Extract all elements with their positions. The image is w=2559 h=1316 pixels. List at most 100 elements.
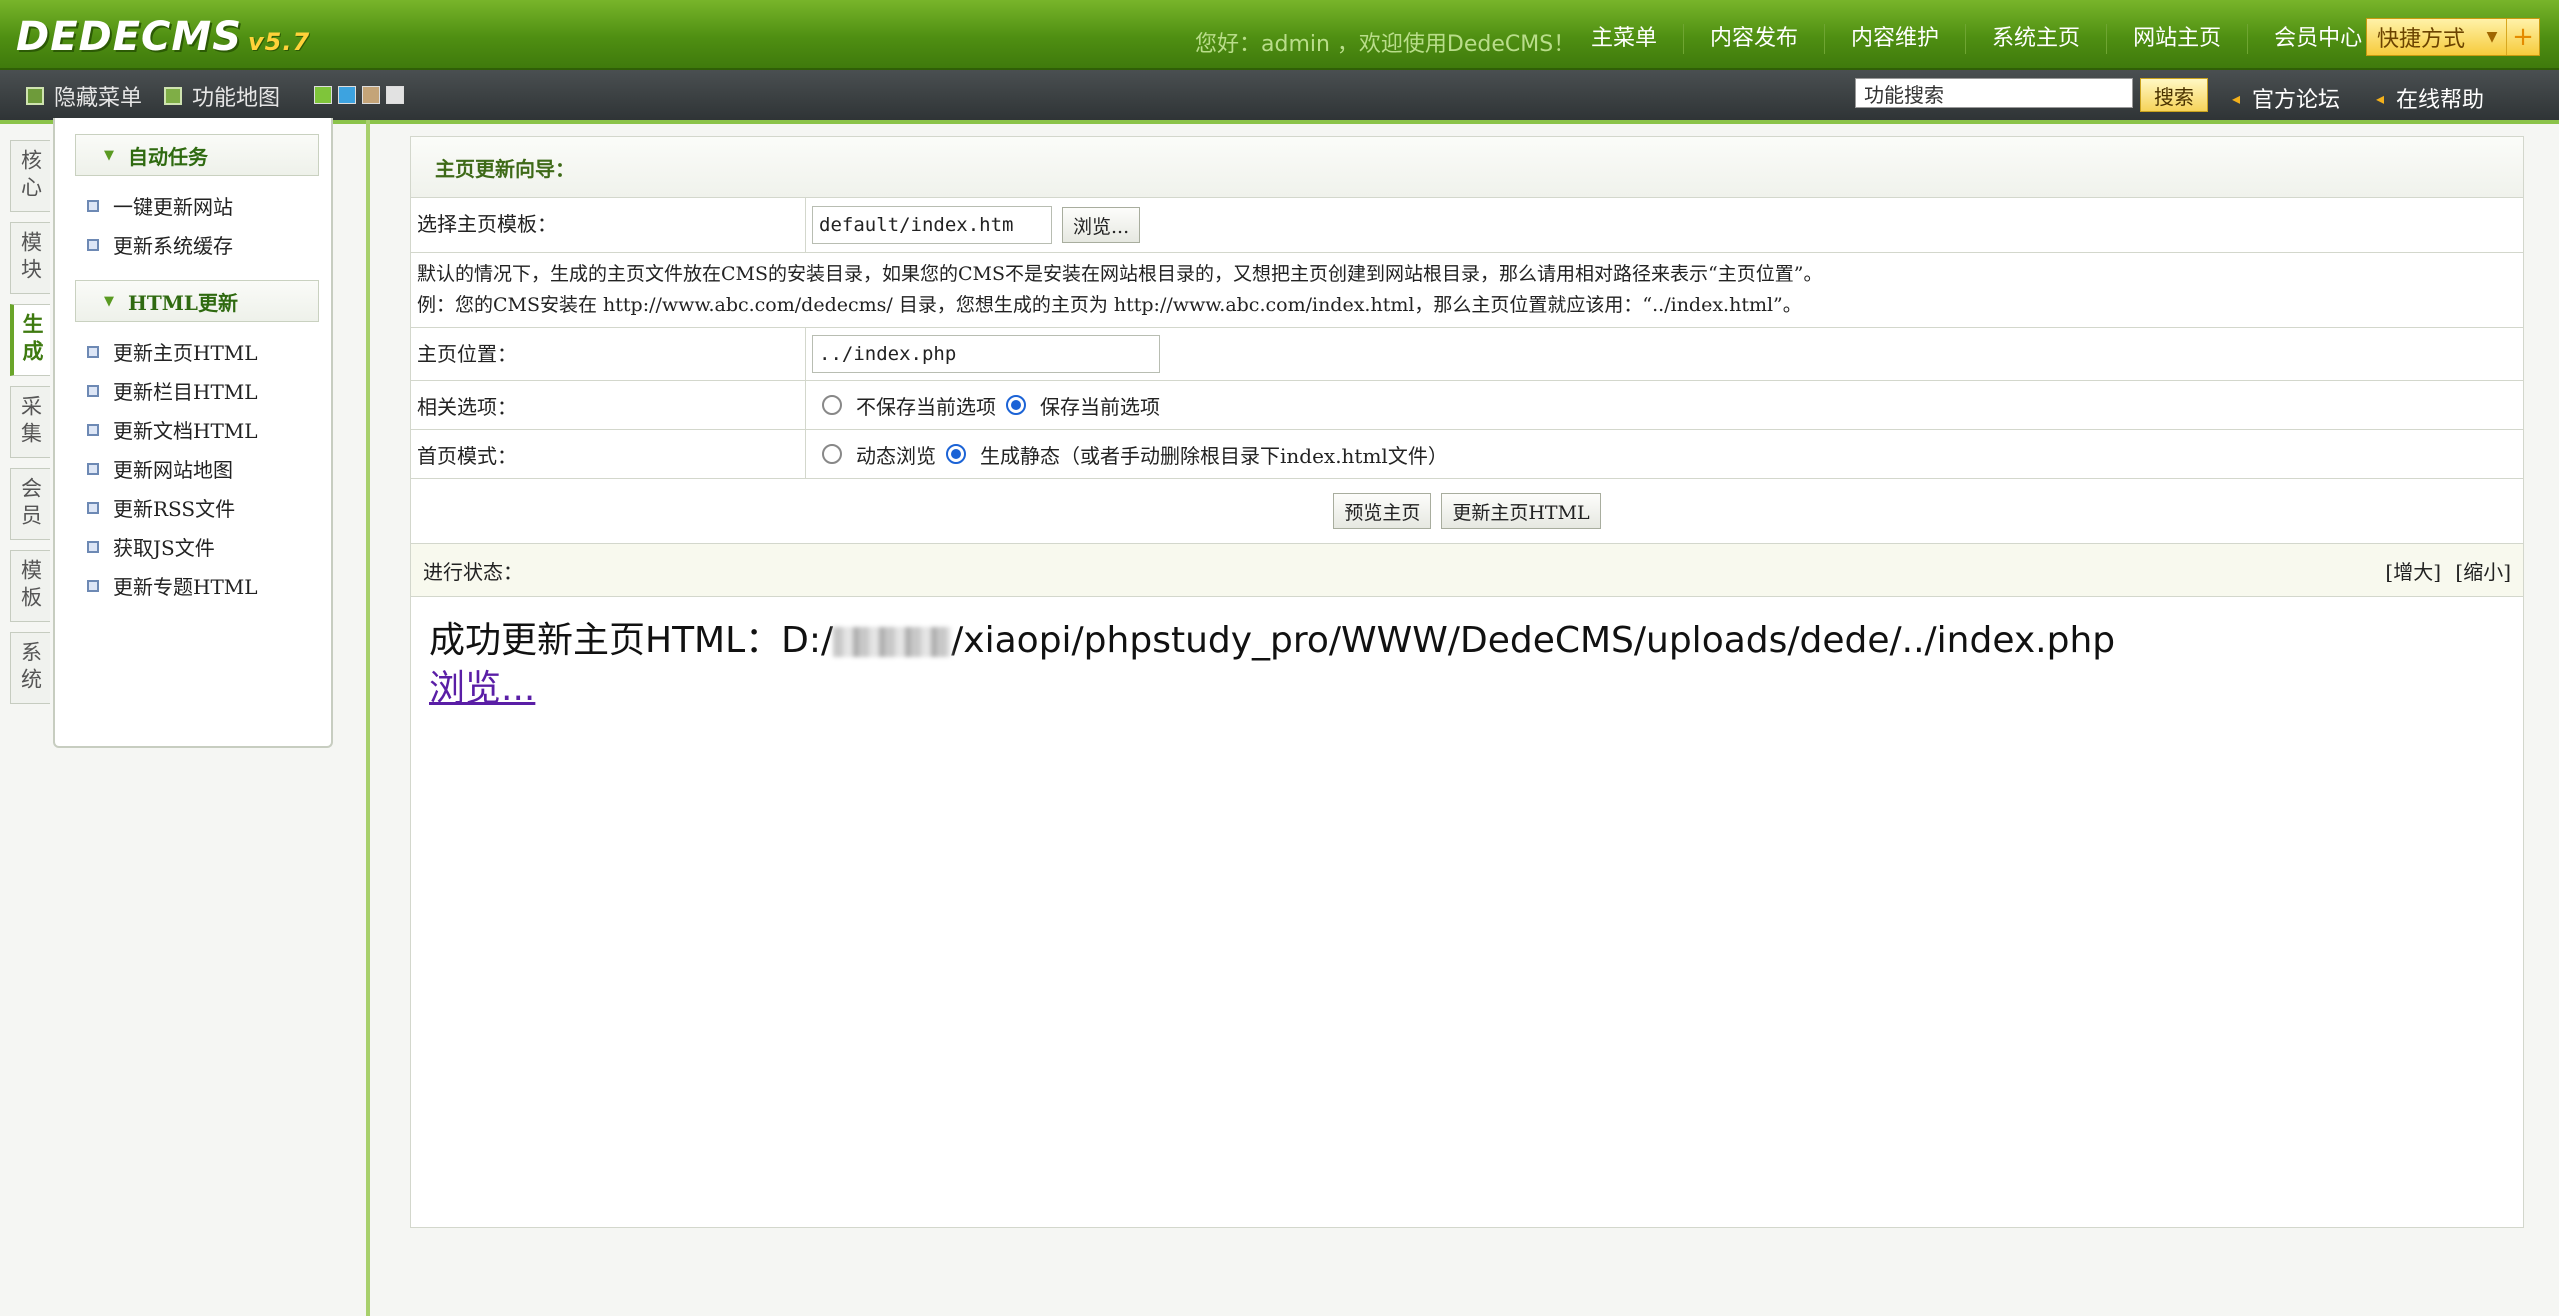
status-bar: 进行状态： [增大] [缩小] bbox=[411, 544, 2523, 597]
help-note-line1: 默认的情况下，生成的主页文件放在CMS的安装目录，如果您的CMS不是安装在网站根… bbox=[417, 263, 1823, 285]
panel-splitter[interactable] bbox=[366, 120, 370, 1316]
nav-content-publish[interactable]: 内容发布 bbox=[1683, 24, 1824, 54]
position-value-cell: ../index.php bbox=[806, 328, 2523, 380]
browse-template-button[interactable]: 浏览... bbox=[1062, 207, 1141, 243]
result-panel: 成功更新主页HTML：D://xiaopi/phpstudy_pro/WWW/D… bbox=[411, 597, 2523, 733]
template-value-cell: default/index.htm 浏览... bbox=[806, 198, 2523, 252]
function-map-button[interactable]: 功能地图 bbox=[164, 80, 280, 112]
grid-icon bbox=[164, 87, 182, 105]
update-home-html-button[interactable]: 更新主页HTML bbox=[1441, 493, 1601, 529]
row-template: 选择主页模板： default/index.htm 浏览... bbox=[411, 198, 2523, 253]
bullet-icon bbox=[87, 238, 99, 251]
top-header: DEDECMS v5.7 您好：admin ，欢迎使用DedeCMS！ 主菜单 内… bbox=[0, 0, 2559, 70]
menu-item-update-site[interactable]: 一键更新网站 bbox=[55, 186, 331, 225]
radio-static[interactable] bbox=[946, 444, 966, 464]
menu-toggle-icon bbox=[26, 87, 44, 105]
logo: DEDECMS v5.7 bbox=[16, 14, 311, 60]
template-input[interactable]: default/index.htm bbox=[812, 206, 1052, 244]
home-position-input[interactable]: ../index.php bbox=[812, 335, 1160, 373]
shrink-button[interactable]: [缩小] bbox=[2455, 560, 2511, 584]
menu-group-auto-task[interactable]: ▼ 自动任务 bbox=[75, 134, 319, 176]
radio-nosave-label: 不保存当前选项 bbox=[856, 394, 996, 419]
menu-group-html-update[interactable]: ▼ HTML更新 bbox=[75, 280, 319, 322]
tab-member[interactable]: 会员 bbox=[10, 468, 50, 540]
nav-main-menu[interactable]: 主菜单 bbox=[1565, 24, 1683, 54]
nav-site-home[interactable]: 网站主页 bbox=[2106, 24, 2247, 54]
search-button[interactable]: 搜索 bbox=[2140, 78, 2208, 112]
signal-icon: ◂ bbox=[2232, 88, 2241, 108]
options-value-cell: 不保存当前选项 保存当前选项 bbox=[806, 381, 2523, 429]
main-content: 主页更新向导： 选择主页模板： default/index.htm 浏览... … bbox=[410, 136, 2524, 1228]
tab-template[interactable]: 模板 bbox=[10, 550, 50, 622]
bullet-icon bbox=[87, 423, 99, 436]
options-label: 相关选项： bbox=[411, 381, 806, 429]
quick-shortcut-label: 快捷方式 bbox=[2377, 27, 2466, 52]
top-nav: 主菜单 内容发布 内容维护 系统主页 网站主页 会员中心 注销 bbox=[1565, 24, 2485, 54]
menu-item-update-sitemap[interactable]: 更新网站地图 bbox=[55, 449, 331, 488]
menu-item-update-topic-html[interactable]: 更新专题HTML bbox=[55, 566, 331, 605]
bullet-icon bbox=[87, 579, 99, 592]
menu-item-update-rss[interactable]: 更新RSS文件 bbox=[55, 488, 331, 527]
radio-dynamic-label: 动态浏览 bbox=[856, 443, 936, 468]
bullet-icon bbox=[87, 199, 99, 212]
preview-home-button[interactable]: 预览主页 bbox=[1333, 493, 1432, 529]
toolbar: 隐藏菜单 功能地图 功能搜索 搜索 ◂ 官方论坛 ◂ 在线帮助 bbox=[0, 70, 2559, 124]
row-position: 主页位置： ../index.php bbox=[411, 328, 2523, 381]
action-buttons: 预览主页 更新主页HTML bbox=[411, 479, 2523, 544]
row-options: 相关选项： 不保存当前选项 保存当前选项 bbox=[411, 381, 2523, 430]
tab-generate[interactable]: 生成 bbox=[10, 304, 50, 376]
radio-nosave[interactable] bbox=[822, 395, 842, 415]
menu-item-get-js[interactable]: 获取JS文件 bbox=[55, 527, 331, 566]
bullet-icon bbox=[87, 501, 99, 514]
menu-item-update-cache[interactable]: 更新系统缓存 bbox=[55, 225, 331, 264]
status-tools: [增大] [缩小] bbox=[2377, 556, 2511, 585]
function-search-input[interactable]: 功能搜索 bbox=[1855, 78, 2133, 108]
triangle-down-icon: ▼ bbox=[104, 293, 114, 309]
menu-item-update-article-html[interactable]: 更新文档HTML bbox=[55, 410, 331, 449]
tab-collect[interactable]: 采集 bbox=[10, 386, 50, 458]
status-label: 进行状态： bbox=[423, 559, 523, 584]
mode-label: 首页模式： bbox=[411, 430, 806, 478]
menu-item-update-home-html[interactable]: 更新主页HTML bbox=[55, 332, 331, 371]
signal-icon: ◂ bbox=[2376, 88, 2385, 108]
menu-item-update-category-html[interactable]: 更新栏目HTML bbox=[55, 371, 331, 410]
plus-icon[interactable]: + bbox=[2506, 19, 2539, 55]
bullet-icon bbox=[87, 462, 99, 475]
radio-static-label: 生成静态（或者手动删除根目录下index.html文件） bbox=[980, 443, 1448, 468]
result-browse-link[interactable]: 浏览... bbox=[429, 668, 535, 709]
nav-system-home[interactable]: 系统主页 bbox=[1965, 24, 2106, 54]
nav-content-maintain[interactable]: 内容维护 bbox=[1824, 24, 1965, 54]
online-help-link[interactable]: ◂ 在线帮助 bbox=[2376, 82, 2484, 114]
chevron-down-icon: ▼ bbox=[2486, 29, 2498, 45]
enlarge-button[interactable]: [增大] bbox=[2385, 560, 2441, 584]
tab-core[interactable]: 核心 bbox=[10, 140, 50, 212]
triangle-down-icon: ▼ bbox=[104, 147, 114, 163]
help-note-line2: 例：您的CMS安装在 http://www.abc.com/dedecms/ 目… bbox=[417, 294, 1802, 316]
radio-save-label: 保存当前选项 bbox=[1040, 394, 1160, 419]
radio-save[interactable] bbox=[1006, 395, 1026, 415]
template-label: 选择主页模板： bbox=[411, 198, 806, 252]
greeting-text: 您好：admin ，欢迎使用DedeCMS！ bbox=[1195, 32, 1576, 57]
bullet-icon bbox=[87, 384, 99, 397]
skin-blue-swatch[interactable] bbox=[338, 86, 356, 104]
bullet-icon bbox=[87, 345, 99, 358]
radio-dynamic[interactable] bbox=[822, 444, 842, 464]
redacted-text bbox=[833, 627, 952, 657]
bullet-icon bbox=[87, 540, 99, 553]
skin-gray-swatch[interactable] bbox=[386, 86, 404, 104]
row-mode: 首页模式： 动态浏览 生成静态（或者手动删除根目录下index.html文件） bbox=[411, 430, 2523, 479]
side-menu-panel: ▼ 自动任务 一键更新网站 更新系统缓存 ▼ HTML更新 更新主页HTML 更… bbox=[53, 118, 333, 748]
help-note: 默认的情况下，生成的主页文件放在CMS的安装目录，如果您的CMS不是安装在网站根… bbox=[411, 253, 2523, 328]
mode-value-cell: 动态浏览 生成静态（或者手动删除根目录下index.html文件） bbox=[806, 430, 2523, 478]
form-title: 主页更新向导： bbox=[411, 137, 2523, 198]
result-message: 成功更新主页HTML：D://xiaopi/phpstudy_pro/WWW/D… bbox=[429, 620, 2116, 661]
official-forum-link[interactable]: ◂ 官方论坛 bbox=[2232, 82, 2340, 114]
quick-shortcut-button[interactable]: 快捷方式 ▼ + bbox=[2366, 18, 2540, 56]
tab-system[interactable]: 系统 bbox=[10, 632, 50, 704]
hide-menu-button[interactable]: 隐藏菜单 bbox=[26, 80, 142, 112]
skin-brown-swatch[interactable] bbox=[362, 86, 380, 104]
vertical-tabs: 核心 模块 生成 采集 会员 模板 系统 bbox=[10, 140, 52, 714]
position-label: 主页位置： bbox=[411, 328, 806, 380]
skin-green-swatch[interactable] bbox=[314, 86, 332, 104]
tab-module[interactable]: 模块 bbox=[10, 222, 50, 294]
